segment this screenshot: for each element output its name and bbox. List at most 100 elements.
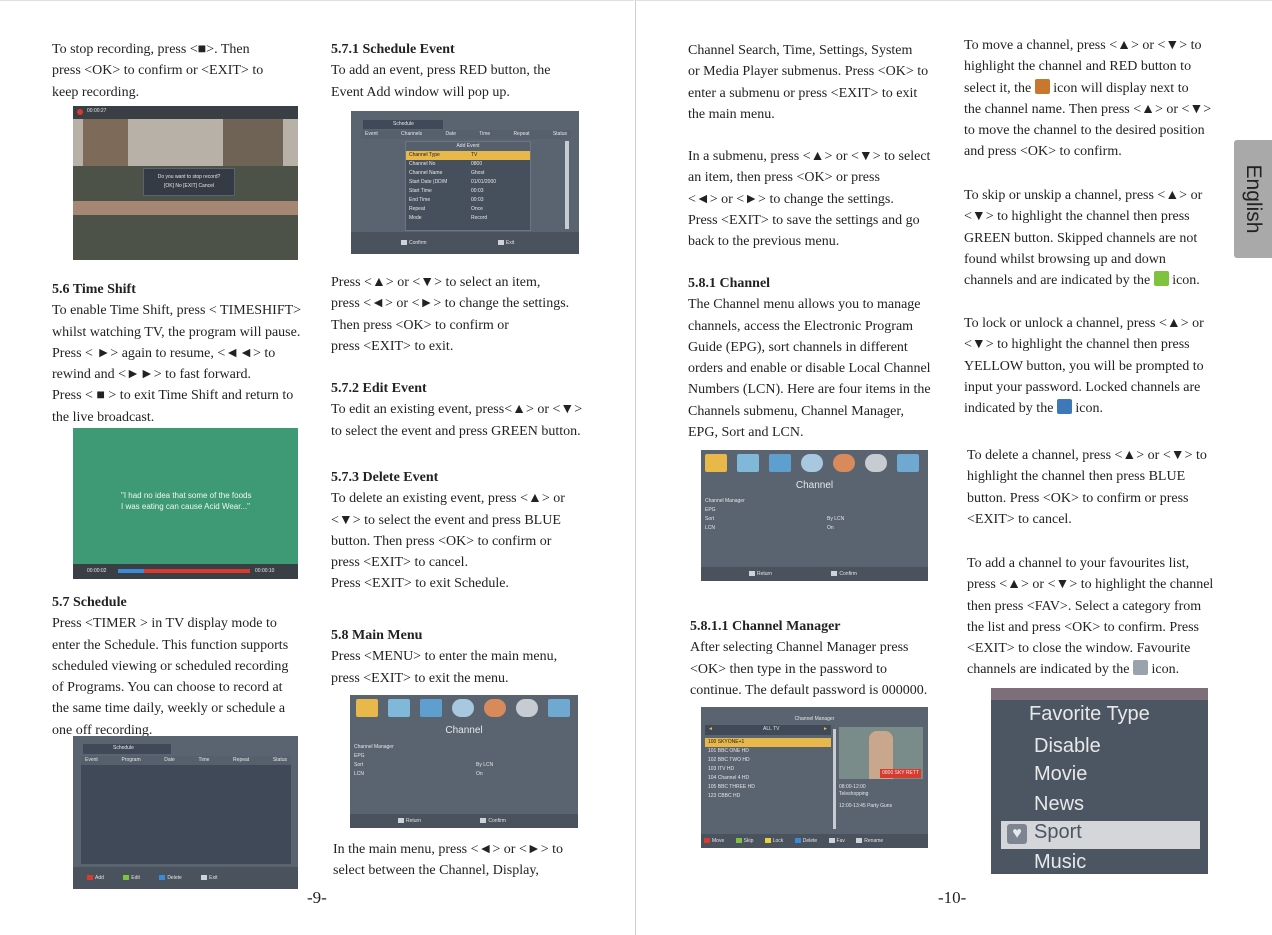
- text-line: To delete an existing event, press <▲> o…: [331, 491, 565, 507]
- event-row[interactable]: Repeat Once: [406, 205, 530, 214]
- yellow-button-icon: [764, 838, 771, 844]
- menu-item-sort[interactable]: Sort By LCN: [354, 761, 569, 770]
- scrollbar[interactable]: [833, 729, 836, 829]
- exit-label: Exit: [209, 875, 218, 881]
- option-movie[interactable]: Movie: [991, 763, 1208, 793]
- text-line: In a submenu, press <▲> or <▼> to select: [688, 149, 931, 164]
- display-menu-icon[interactable]: [388, 699, 410, 717]
- channel-row[interactable]: 101 BBC ONE HD: [705, 747, 831, 756]
- channel-row[interactable]: 105 BBC THREE HD: [705, 783, 831, 792]
- left-arrow-icon: ◄: [708, 726, 713, 732]
- text-line: Press <MENU> to enter the main menu,: [331, 649, 558, 665]
- text-line: To add a channel to your favourites list…: [967, 556, 1190, 571]
- column-header: Time: [479, 131, 491, 137]
- text-line: To skip or unskip a channel, press <▲> o…: [964, 188, 1203, 203]
- text-fragment: select it, the: [964, 80, 1032, 96]
- submenu-navigation-text: In a submenu, press <▲> or <▼> to select…: [688, 146, 958, 252]
- text-line: the live broadcast.: [52, 409, 155, 425]
- text-line: Press <EXIT> to exit Schedule.: [331, 576, 509, 592]
- item-value: By LCN: [827, 516, 845, 522]
- event-row[interactable]: Channel No 0800: [406, 160, 530, 169]
- menu-item-epg[interactable]: EPG: [354, 752, 569, 761]
- search-menu-icon[interactable]: [769, 454, 791, 472]
- channel-row[interactable]: 104 Channel 4 HD: [705, 774, 831, 783]
- event-row[interactable]: Mode Record: [406, 214, 530, 223]
- return-label: Return: [757, 571, 773, 577]
- schedule-button-bar: Add Edit Delete Exit: [73, 867, 298, 889]
- text-line: highlight the channel and RED button to: [964, 59, 1192, 75]
- event-row[interactable]: Channel Name Ghost: [406, 169, 530, 178]
- text-line: YELLOW button, you will be prompted to: [964, 358, 1204, 374]
- item-label: EPG: [354, 753, 365, 759]
- text-line: <◄> or <►> to change the settings.: [688, 191, 894, 207]
- event-row[interactable]: End Time 00:03: [406, 196, 530, 205]
- column-header: Channels: [401, 131, 423, 137]
- add-label: Add: [95, 875, 104, 881]
- rename-label: Rename: [864, 838, 884, 844]
- item-label: Channel Manager: [705, 498, 745, 504]
- channel-filter-bar[interactable]: ◄ ALL TV ►: [705, 725, 831, 735]
- menu-item-channel-manager[interactable]: Channel Manager: [354, 743, 569, 752]
- main-menu-text: In the main menu, press <◄> or <►> to se…: [333, 839, 618, 882]
- text-line: <▼> to highlight the channel then press: [964, 209, 1190, 225]
- settings-menu-icon[interactable]: [833, 454, 855, 472]
- search-menu-icon[interactable]: [420, 699, 442, 717]
- text-line: <EXIT> to cancel.: [967, 511, 1072, 527]
- text-line: To enable Time Shift, press < TIMESHIFT>: [52, 303, 302, 319]
- channel-row[interactable]: 123 CBBC HD: [705, 792, 831, 801]
- return-label: Return: [406, 818, 422, 824]
- move-channel-text: To move a channel, press <▲> or <▼> to h…: [964, 35, 1232, 163]
- language-tab: English: [1234, 140, 1272, 258]
- option-disable[interactable]: Disable: [991, 735, 1208, 763]
- event-row[interactable]: Start Date (DD/M 01/01/2000: [406, 178, 530, 187]
- menu-item-lcn[interactable]: LCN On: [705, 524, 920, 533]
- text-line: Press < ■ > to exit Time Shift and retur…: [52, 388, 294, 404]
- text-line: press <OK> to confirm or <EXIT> to: [52, 63, 264, 79]
- system-menu-icon[interactable]: [865, 454, 887, 472]
- time-menu-icon[interactable]: [452, 699, 474, 717]
- system-menu-icon[interactable]: [516, 699, 538, 717]
- row-label: Repeat: [409, 206, 426, 212]
- settings-menu-icon[interactable]: [484, 699, 506, 717]
- channel-menu-icon[interactable]: [356, 699, 378, 717]
- progress-fill: [118, 569, 144, 573]
- channel-row[interactable]: 103 ITV HD: [705, 765, 831, 774]
- item-label: Channel Manager: [354, 744, 394, 750]
- channel-row-selected[interactable]: 100 SKYONE+1: [705, 738, 831, 747]
- media-player-menu-icon[interactable]: [897, 454, 919, 472]
- menu-item-epg[interactable]: EPG: [705, 506, 920, 515]
- green-button-icon: [123, 875, 130, 881]
- schedule-window: Event Program Date Time Repeat Status: [81, 756, 291, 864]
- row-value: Once: [471, 206, 483, 212]
- timeshift-duration: 00:00:10: [255, 568, 275, 574]
- program-title: Teleshopping: [839, 791, 869, 797]
- display-menu-icon[interactable]: [737, 454, 759, 472]
- channel-row[interactable]: 102 BBC TWO HD: [705, 756, 831, 765]
- section-heading: 5.7.3 Delete Event: [331, 470, 439, 485]
- event-row-selected[interactable]: Channel Type TV: [406, 151, 530, 160]
- green-button-icon: [735, 838, 742, 844]
- main-menu-section: 5.8 Main Menu Press <MENU> to enter the …: [331, 625, 616, 689]
- submenu-intro-text: Channel Search, Time, Settings, System o…: [688, 40, 958, 125]
- row-label: Mode: [409, 215, 422, 221]
- menu-item-lcn[interactable]: LCN On: [354, 770, 569, 779]
- row-value: 00:03: [471, 197, 484, 203]
- ok-button-icon: [480, 818, 487, 824]
- channel-menu-icon[interactable]: [705, 454, 727, 472]
- red-button-icon: [704, 838, 710, 844]
- text-line: press <EXIT> to exit.: [331, 338, 454, 354]
- section-heading: 5.6 Time Shift: [52, 282, 136, 297]
- menu-item-channel-manager[interactable]: Channel Manager: [705, 497, 920, 506]
- option-sport-selected[interactable]: ♥ Sport: [1001, 821, 1200, 849]
- scrollbar[interactable]: [565, 141, 569, 229]
- option-news[interactable]: News: [991, 793, 1208, 821]
- menu-item-sort[interactable]: Sort By LCN: [705, 515, 920, 524]
- text-line: scheduled viewing or scheduled recording: [52, 658, 289, 674]
- menu-button-bar: Return Confirm: [350, 814, 578, 828]
- option-music[interactable]: Music: [991, 849, 1208, 874]
- channel-menu-screenshot: Channel Channel Manager EPG Sort By LCN L…: [701, 450, 928, 581]
- time-menu-icon[interactable]: [801, 454, 823, 472]
- event-row[interactable]: Start Time 00:03: [406, 187, 530, 196]
- media-player-menu-icon[interactable]: [548, 699, 570, 717]
- text-line: To move a channel, press <▲> or <▼> to: [964, 38, 1202, 53]
